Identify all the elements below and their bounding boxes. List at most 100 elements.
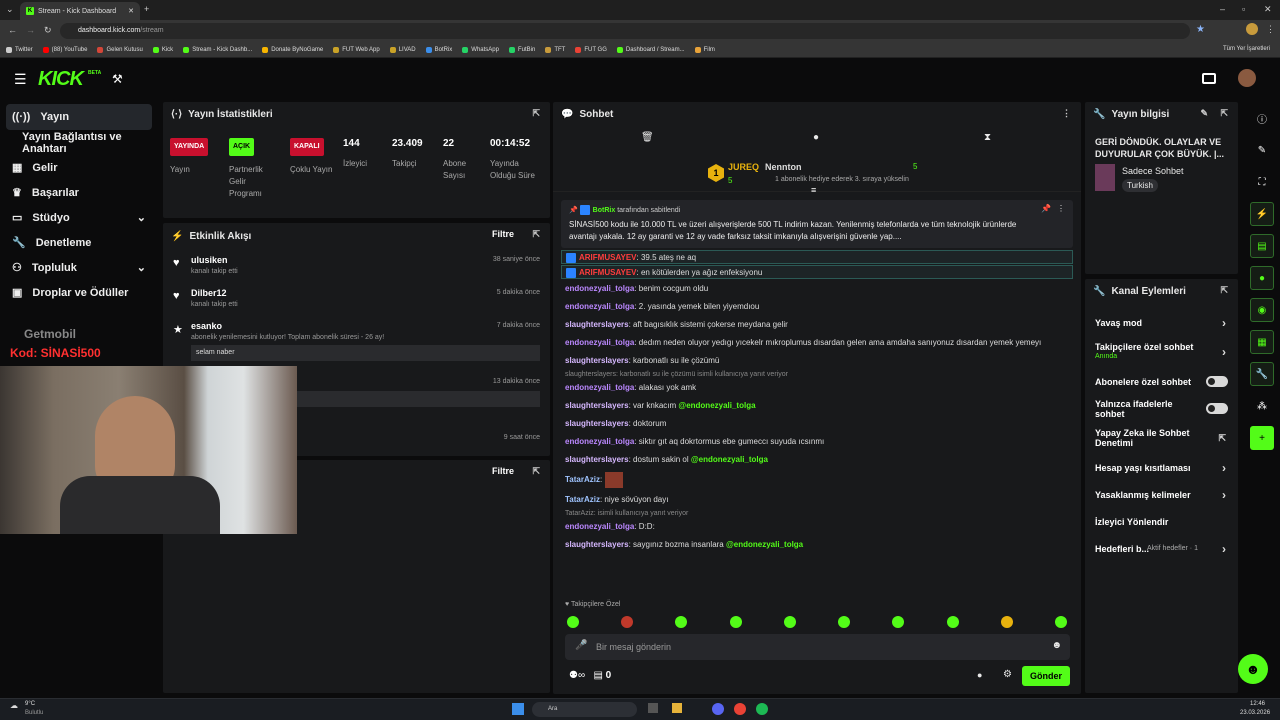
bookmark-item[interactable]: TFT <box>545 46 565 53</box>
chat-username[interactable]: slaughterslayers <box>565 320 629 329</box>
channel-action-item[interactable]: Yapay Zeka ile Sohbet Denetimi ⇱ <box>1085 422 1238 454</box>
bookmark-item[interactable]: Twitter <box>6 46 33 53</box>
broadcast-rail-icon[interactable]: ◉ <box>1250 298 1274 322</box>
url-field[interactable]: dashboard.kick.com/stream <box>60 23 1190 39</box>
chrome-icon[interactable] <box>734 703 746 715</box>
wrench-rail-icon[interactable]: 🔧 <box>1250 362 1274 386</box>
bookmark-star-icon[interactable]: ★ <box>1196 24 1205 35</box>
all-bookmarks[interactable]: Tüm Yer İşaretleri <box>1223 46 1270 52</box>
sidebar-item-denetleme[interactable]: 🔧 Denetleme <box>0 230 160 255</box>
sidebar-item-gelir[interactable]: ▦ Gelir <box>0 155 160 180</box>
tab-search-icon[interactable]: ⌄ <box>6 4 14 15</box>
chat-username[interactable]: slaughterslayers <box>565 455 629 464</box>
profile-avatar-icon[interactable] <box>1246 23 1258 35</box>
channel-action-item[interactable]: Yasaklanmış kelimeler › <box>1085 481 1238 508</box>
channel-action-item[interactable]: Hedefleri b... Aktif hedefler · 1 › <box>1085 535 1238 562</box>
channel-action-item[interactable]: Takipçilere özel sohbet Anında › <box>1085 336 1238 368</box>
sidebar-item-topluluk[interactable]: ⚇ Topluluk ⌄ <box>0 255 160 280</box>
bookmark-item[interactable]: FUT GG <box>575 46 607 53</box>
popout-icon[interactable]: ⇱ <box>532 229 540 240</box>
info-icon[interactable]: ⓘ <box>1250 106 1274 130</box>
chat-mention[interactable]: @endonezyali_tolga <box>678 401 755 410</box>
tab-close-icon[interactable]: ✕ <box>128 7 134 15</box>
sidebar-item-stream-key[interactable]: Yayın Bağlantısı ve Anahtarı <box>0 130 160 155</box>
more-options-icon[interactable]: ⋮ <box>1062 108 1071 119</box>
discord-icon[interactable] <box>712 703 724 715</box>
bolt-rail-icon[interactable]: ⚡ <box>1250 202 1274 226</box>
emote-button[interactable] <box>1054 616 1067 628</box>
emote-button[interactable] <box>783 616 796 628</box>
trash-icon[interactable]: 🗑 <box>641 132 654 143</box>
bookmark-item[interactable]: FutBin <box>508 46 535 53</box>
chat-username[interactable]: endonezyali_tolga <box>565 284 634 293</box>
chat-username[interactable]: TatarAziz <box>565 475 600 484</box>
chat-username[interactable]: endonezyali_tolga <box>565 383 634 392</box>
windows-start-icon[interactable] <box>512 703 524 715</box>
chat-mention[interactable]: @endonezyali_tolga <box>726 540 803 549</box>
hamburger-menu-icon[interactable]: ☰ <box>14 71 27 88</box>
emoji-icon[interactable]: ☻ <box>1051 640 1062 651</box>
pencil-icon[interactable]: ✎ <box>1250 138 1274 162</box>
channel-action-item[interactable]: İzleyici Yönlendir <box>1085 508 1238 535</box>
chat-mention[interactable]: @endonezyali_tolga <box>691 455 768 464</box>
expand-icon[interactable]: ≡ <box>811 185 816 195</box>
emote-button[interactable] <box>892 616 905 628</box>
community-rail-icon[interactable]: ⁂ <box>1250 394 1274 418</box>
bookmark-item[interactable]: (88) YouTube <box>42 46 87 53</box>
gifter-name[interactable]: JUREQ <box>728 162 759 172</box>
chat-username[interactable]: ARIFMUSAYEV <box>579 253 637 262</box>
gifter-name[interactable]: Nennton <box>765 162 802 172</box>
bookmark-item[interactable]: FUT Web App <box>333 46 380 53</box>
chat-input[interactable]: 🎤 Bir mesaj gönderin ☻ <box>565 634 1070 660</box>
popout-icon[interactable]: ⇱ <box>532 108 540 119</box>
send-button[interactable]: Gönder <box>1022 666 1070 686</box>
chat-bubble-icon[interactable]: ● <box>813 132 819 143</box>
reload-icon[interactable]: ↻ <box>44 25 52 36</box>
browser-menu-icon[interactable]: ⋮ <box>1266 24 1275 35</box>
emote-button[interactable] <box>729 616 742 628</box>
weather-icon[interactable]: ☁ <box>10 701 18 710</box>
chat-username[interactable]: ARIFMUSAYEV <box>579 268 637 277</box>
emote-button[interactable] <box>1000 616 1013 628</box>
taskbar-search[interactable]: Ara <box>532 702 637 717</box>
chat-username[interactable]: endonezyali_tolga <box>565 522 634 531</box>
mic-icon[interactable]: 🎤 <box>575 640 587 651</box>
edit-icon[interactable]: ✎ <box>1200 108 1208 119</box>
bookmark-item[interactable]: LIVAD <box>389 46 416 53</box>
event-user[interactable]: esanko <box>191 321 540 331</box>
forward-icon[interactable]: → <box>26 25 35 35</box>
chat-settings-bubble-icon[interactable]: ● <box>977 670 982 680</box>
notes-icon[interactable]: ▤ <box>1250 234 1274 258</box>
emote-button[interactable] <box>567 616 579 628</box>
channel-action-item[interactable]: Abonelere özel sohbet <box>1085 368 1238 395</box>
settings-gear-icon[interactable]: ⚙ <box>1003 669 1012 680</box>
emote-button[interactable] <box>675 616 688 628</box>
sidebar-item-studyo[interactable]: ▭ Stüdyo ⌄ <box>0 205 160 230</box>
sidebar-item-yayin[interactable]: ((·)) Yayın <box>6 104 152 130</box>
chat-username[interactable]: slaughterslayers <box>565 540 629 549</box>
bookmark-item[interactable]: Dashboard / Stream... <box>616 46 685 53</box>
restore-icon[interactable]: ▫ <box>1242 4 1245 14</box>
emote-button[interactable] <box>621 616 634 628</box>
task-view-icon[interactable] <box>648 703 658 713</box>
sidebar-item-droplar[interactable]: ▣ Droplar ve Ödüller <box>0 280 160 305</box>
channel-action-item[interactable]: Yavaş mod › <box>1085 309 1238 336</box>
chat-username[interactable]: TatarAziz <box>565 495 600 504</box>
emote-button[interactable] <box>946 616 959 628</box>
bookmark-item[interactable]: Film <box>694 46 715 53</box>
chat-rail-icon[interactable]: ● <box>1250 266 1274 290</box>
chat-username[interactable]: slaughterslayers <box>565 401 629 410</box>
popout-icon[interactable]: ⇱ <box>1220 108 1228 119</box>
bookmark-item[interactable]: Donate ByNoGame <box>262 46 323 53</box>
channel-action-item[interactable]: Yalnızca ifadelerle sohbet <box>1085 395 1238 422</box>
bookmark-item[interactable]: Kick <box>152 46 173 53</box>
new-tab-icon[interactable]: + <box>144 4 149 14</box>
tools-icon[interactable]: ⚒ <box>112 72 123 86</box>
fullscreen-icon[interactable]: ⛶ <box>1250 170 1274 194</box>
spotify-icon[interactable] <box>756 703 768 715</box>
bookmark-item[interactable]: Gelen Kutusu <box>97 46 143 53</box>
channel-action-item[interactable]: Hesap yaşı kısıtlaması › <box>1085 454 1238 481</box>
file-explorer-icon[interactable] <box>672 703 682 713</box>
toggle-switch[interactable] <box>1206 403 1228 414</box>
window-close-icon[interactable]: ✕ <box>1264 4 1272 15</box>
